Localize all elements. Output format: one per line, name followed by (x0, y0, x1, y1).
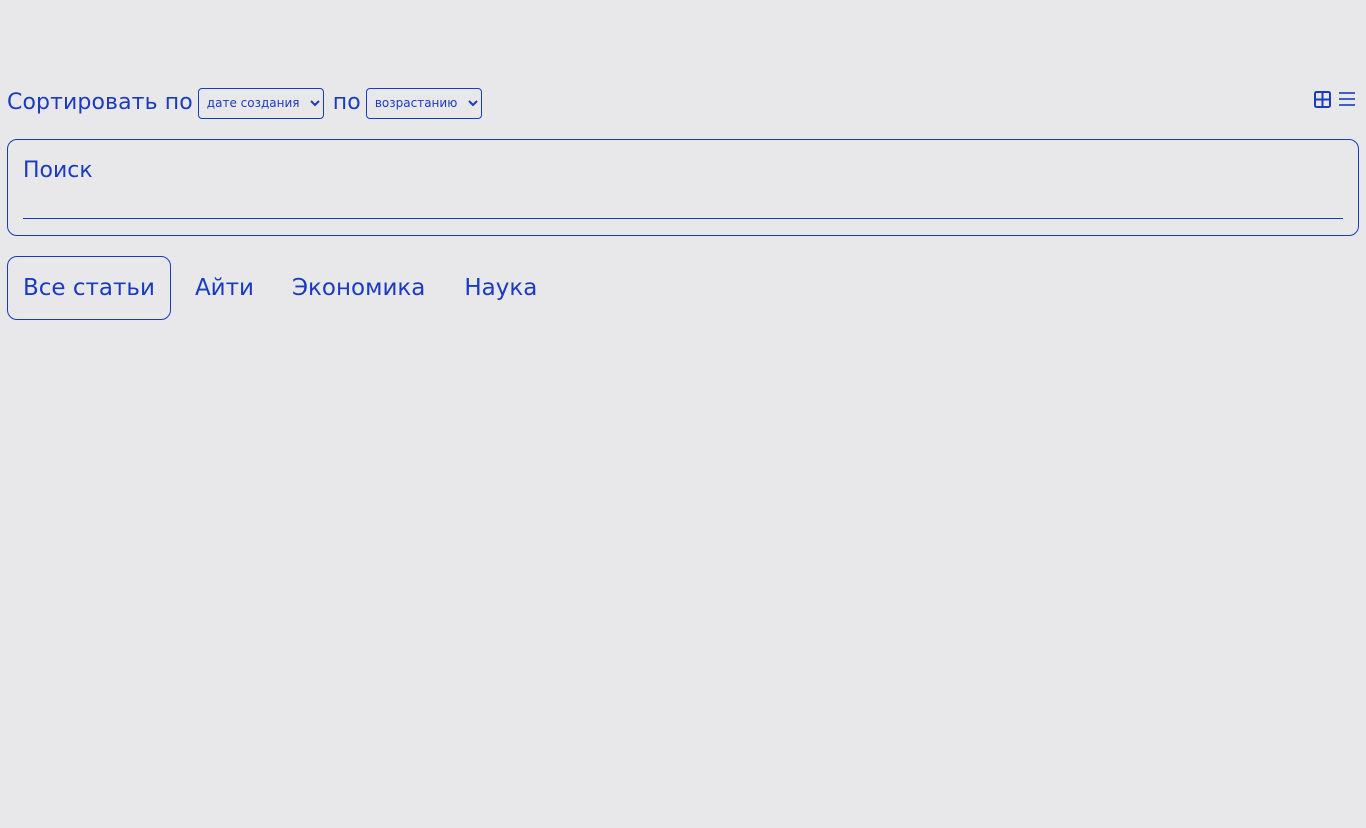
sort-order-select[interactable]: возрастанию (365, 87, 482, 119)
tab-all-articles[interactable]: Все статьи (7, 256, 171, 320)
category-tabs: Все статьи Айти Экономика Наука (7, 256, 537, 320)
list-icon (1339, 92, 1355, 106)
tab-economics[interactable]: Экономика (292, 273, 425, 303)
sort-controls: Сортировать по дате создания по возраста… (7, 87, 482, 119)
sort-label: Сортировать по (7, 90, 193, 115)
list-view-button[interactable] (1338, 90, 1356, 108)
tab-science[interactable]: Наука (464, 273, 537, 303)
search-input[interactable] (23, 186, 1343, 219)
view-toggle (1313, 90, 1356, 108)
sort-field-select[interactable]: дате создания (197, 87, 324, 119)
search-box: Поиск (7, 139, 1359, 236)
sort-order-label: по (332, 90, 361, 115)
search-label: Поиск (23, 158, 93, 183)
tab-it[interactable]: Айти (195, 273, 254, 303)
grid-icon (1313, 90, 1331, 108)
grid-view-button[interactable] (1313, 90, 1331, 108)
